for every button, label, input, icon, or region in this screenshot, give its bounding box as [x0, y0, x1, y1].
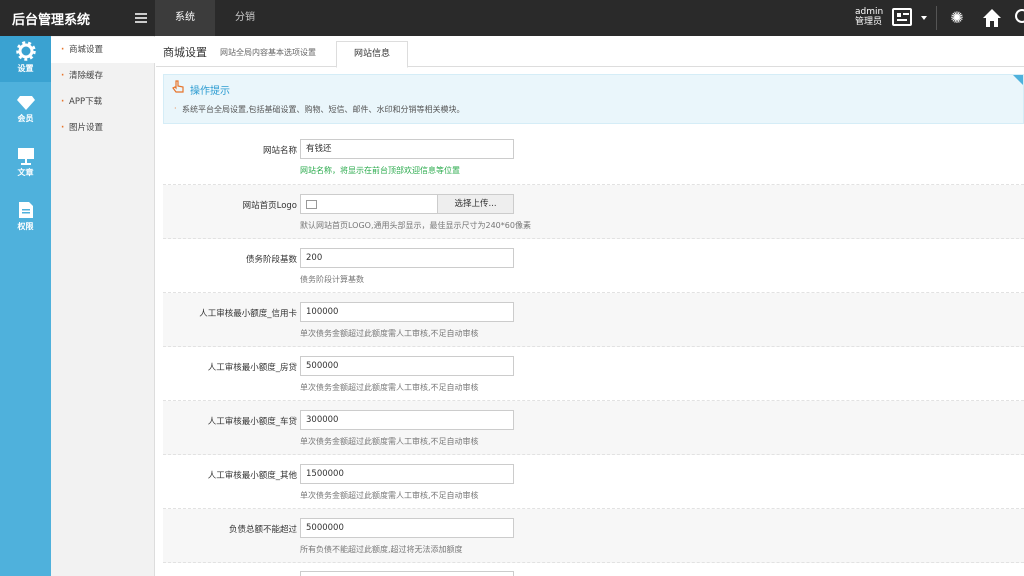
- tips-title: 操作提示: [190, 86, 230, 97]
- diamond-icon: [16, 96, 35, 110]
- debt-base-input[interactable]: 200: [300, 248, 514, 268]
- page-subtitle: 网站全局内容基本选项设置: [220, 48, 316, 57]
- menu-toggle-icon[interactable]: [135, 13, 147, 23]
- sidebar-item-label: 设置: [17, 64, 34, 73]
- sidebar-item-label: 文章: [17, 168, 34, 177]
- sidebar-item-label: 会员: [17, 114, 34, 123]
- form-row-logo: 网站首页Logo 选择上传... 默认网站首页LOGO,通用头部显示，最佳显示尺…: [163, 185, 1024, 239]
- top-nav-system[interactable]: 系统: [155, 0, 215, 36]
- gear-icon: [15, 41, 36, 61]
- main-content: 商城设置 网站全局内容基本选项设置 网站信息 操作提示 系统平台全局设置,包括基…: [156, 36, 1024, 576]
- field-label: 网站首页Logo: [242, 201, 297, 211]
- field-label: 网站名称: [262, 146, 297, 156]
- review-other-input[interactable]: 1500000: [300, 464, 514, 484]
- subnav-item-image-settings[interactable]: 图片设置: [51, 115, 155, 141]
- partial-input[interactable]: [300, 571, 514, 576]
- sidebar-item-label: 权限: [17, 222, 34, 231]
- image-icon: [306, 200, 317, 209]
- field-hint: 单次债务金额超过此额度需人工审核,不足自动审核: [300, 329, 479, 338]
- tab-site-info[interactable]: 网站信息: [336, 41, 408, 68]
- form-row-debt-total: 负债总额不能超过 5000000 所有负债不能超过此额度,超过将无法添加额度: [163, 509, 1024, 563]
- top-nav-distribution[interactable]: 分销: [216, 0, 274, 36]
- field-label: 人工审核最小额度_车贷: [207, 417, 297, 427]
- left-sidebar: 设置 会员 文章 权限: [0, 36, 51, 576]
- tips-text: 系统平台全局设置,包括基础设置、购物、短信、邮件、水印和分销等相关模块。: [174, 104, 465, 115]
- subnav-item-store-settings[interactable]: 商城设置: [51, 37, 156, 63]
- review-mortgage-input[interactable]: 500000: [300, 356, 514, 376]
- field-hint: 单次债务金额超过此额度需人工审核,不足自动审核: [300, 383, 479, 392]
- field-hint: 债务阶段计算基数: [300, 275, 364, 284]
- chevron-down-icon[interactable]: [921, 16, 927, 20]
- field-hint: 所有负债不能超过此额度,超过将无法添加额度: [300, 545, 463, 554]
- field-hint: 单次债务金额超过此额度需人工审核,不足自动审核: [300, 437, 479, 446]
- user-role: 管理员: [855, 17, 883, 27]
- sub-navigation: 商城设置 清除缓存 APP下载 图片设置: [51, 36, 156, 576]
- subnav-item-clear-cache[interactable]: 清除缓存: [51, 63, 155, 89]
- top-bar: 后台管理系统 系统 分销 admin 管理员 ✺: [0, 0, 1024, 36]
- form-row-review-credit-card: 人工审核最小额度_信用卡 100000 单次债务金额超过此额度需人工审核,不足自…: [163, 293, 1024, 347]
- field-label: 人工审核最小额度_房贷: [207, 363, 297, 373]
- page-header: 商城设置 网站全局内容基本选项设置 网站信息: [156, 36, 1024, 68]
- user-name: admin: [855, 7, 884, 17]
- sidebar-item-members[interactable]: 会员: [0, 90, 51, 136]
- power-icon[interactable]: [1015, 9, 1024, 23]
- form-row-review-mortgage: 人工审核最小额度_房贷 500000 单次债务金额超过此额度需人工审核,不足自动…: [163, 347, 1024, 401]
- field-label: 债务阶段基数: [245, 255, 297, 265]
- field-label: 人工审核最小额度_信用卡: [199, 309, 297, 319]
- subnav-item-app-download[interactable]: APP下载: [51, 89, 155, 115]
- debt-total-input[interactable]: 5000000: [300, 518, 514, 538]
- user-info[interactable]: admin 管理员: [855, 7, 883, 27]
- brand-title: 后台管理系统: [12, 13, 91, 28]
- field-hint: 默认网站首页LOGO,通用头部显示，最佳显示尺寸为240*60像素: [300, 221, 531, 230]
- sidebar-item-settings[interactable]: 设置: [0, 36, 51, 82]
- user-card-icon[interactable]: [892, 8, 912, 26]
- home-icon[interactable]: [982, 8, 1002, 28]
- page-title: 商城设置: [163, 46, 207, 59]
- form-row-partial: [163, 563, 1024, 576]
- settings-dots-icon[interactable]: ✺: [946, 8, 968, 28]
- hand-pointer-icon: [172, 80, 184, 93]
- review-car-loan-input[interactable]: 300000: [300, 410, 514, 430]
- form-row-review-car-loan: 人工审核最小额度_车贷 300000 单次债务金额超过此额度需人工审核,不足自动…: [163, 401, 1024, 455]
- form-row-debt-base: 债务阶段基数 200 债务阶段计算基数: [163, 239, 1024, 293]
- form-row-review-other: 人工审核最小额度_其他 1500000 单次债务金额超过此额度需人工审核,不足自…: [163, 455, 1024, 509]
- collapse-corner-icon[interactable]: [1013, 75, 1023, 85]
- field-label: 人工审核最小额度_其他: [207, 471, 297, 481]
- logo-file-input[interactable]: 选择上传...: [300, 194, 514, 214]
- form-row-site-name: 网站名称 有钱还 网站名称，将显示在前台顶部欢迎信息等位置: [163, 131, 1024, 185]
- upload-button[interactable]: 选择上传...: [437, 195, 513, 213]
- sidebar-item-permissions[interactable]: 权限: [0, 196, 51, 242]
- field-label: 负债总额不能超过: [228, 525, 297, 535]
- sidebar-item-articles[interactable]: 文章: [0, 142, 51, 188]
- article-icon: [17, 148, 34, 165]
- review-credit-card-input[interactable]: 100000: [300, 302, 514, 322]
- field-hint: 单次债务金额超过此额度需人工审核,不足自动审核: [300, 491, 479, 500]
- tips-panel: 操作提示 系统平台全局设置,包括基础设置、购物、短信、邮件、水印和分销等相关模块…: [163, 74, 1024, 124]
- document-icon: [18, 202, 33, 218]
- divider: [936, 6, 937, 30]
- field-hint: 网站名称，将显示在前台顶部欢迎信息等位置: [300, 166, 460, 175]
- site-name-input[interactable]: 有钱还: [300, 139, 514, 159]
